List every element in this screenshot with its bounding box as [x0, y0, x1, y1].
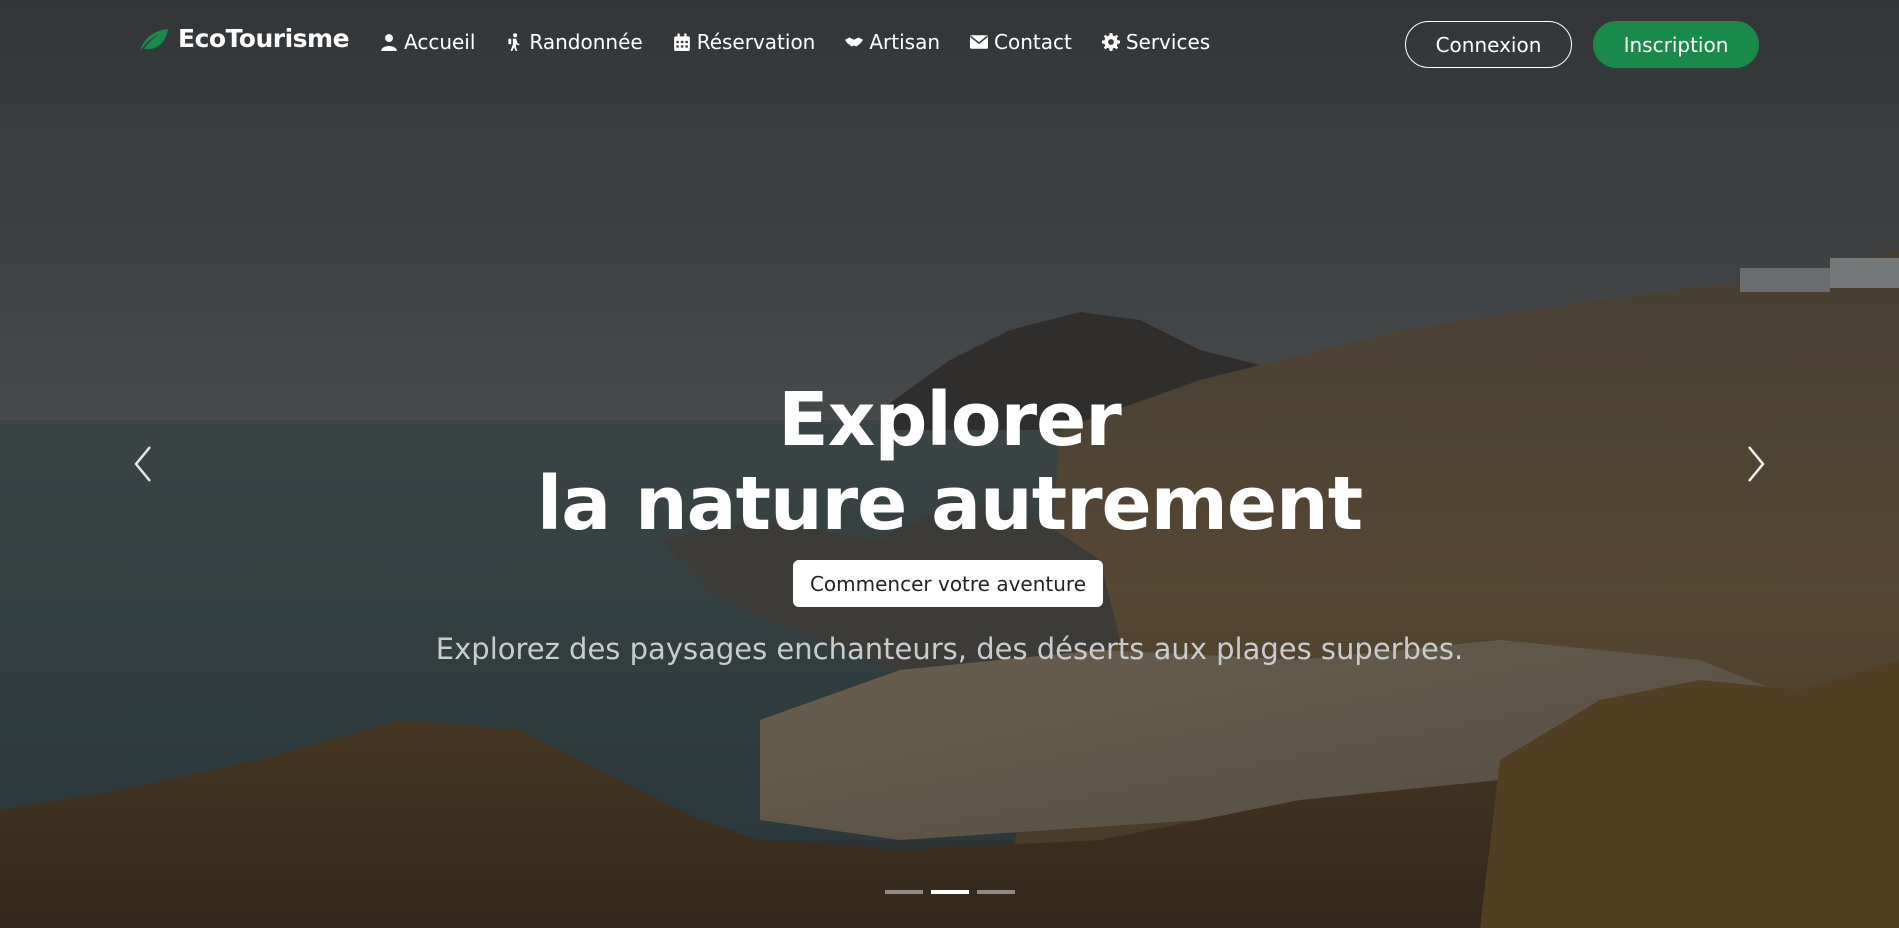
start-adventure-button[interactable]: Commencer votre aventure — [793, 560, 1103, 607]
gear-icon — [1101, 33, 1120, 51]
nav-item-label: Randonnée — [529, 30, 643, 54]
hiking-icon — [508, 33, 521, 51]
leaf-icon — [140, 28, 168, 51]
hero-title: Explorer la nature autrement — [0, 378, 1899, 546]
carousel-prev-button[interactable] — [128, 443, 158, 485]
nav-item-reservation[interactable]: Réservation — [673, 30, 816, 54]
nav-item-contact[interactable]: Contact — [970, 30, 1072, 54]
nav-item-label: Artisan — [869, 30, 941, 54]
navbar: EcoTourisme Accueil Randonnée Réservatio… — [0, 0, 1899, 88]
carousel-indicators — [885, 890, 1015, 894]
carousel-next-button[interactable] — [1741, 443, 1771, 485]
nav-item-services[interactable]: Services — [1101, 30, 1211, 54]
nav-item-label: Accueil — [404, 30, 476, 54]
calendar-icon — [673, 33, 690, 51]
brand-name: EcoTourisme — [178, 24, 350, 53]
envelope-icon — [970, 35, 989, 49]
nav-item-randonnee[interactable]: Randonnée — [505, 30, 643, 54]
hero-title-line2: la nature autrement — [536, 461, 1363, 547]
nav-item-label: Réservation — [696, 30, 816, 54]
nav-item-label: Contact — [994, 30, 1072, 54]
carousel-indicator-2[interactable] — [931, 890, 969, 894]
carousel-indicator-1[interactable] — [885, 890, 923, 894]
login-button[interactable]: Connexion — [1405, 21, 1572, 68]
carousel-indicator-3[interactable] — [977, 890, 1015, 894]
handshake-icon — [845, 37, 864, 47]
signup-button[interactable]: Inscription — [1593, 21, 1759, 68]
user-icon — [381, 34, 397, 51]
nav-item-artisan[interactable]: Artisan — [845, 30, 940, 54]
brand[interactable]: EcoTourisme — [138, 24, 350, 53]
nav-item-label: Services — [1125, 30, 1211, 54]
chevron-left-icon — [134, 446, 151, 482]
hero-title-line1: Explorer — [778, 377, 1122, 463]
nav-links: Accueil Randonnée Réservation Artisan Co… — [380, 30, 1240, 54]
hero-subtitle: Explorez des paysages enchanteurs, des d… — [435, 632, 1464, 666]
nav-item-accueil[interactable]: Accueil — [380, 30, 475, 54]
chevron-right-icon — [1748, 446, 1765, 482]
